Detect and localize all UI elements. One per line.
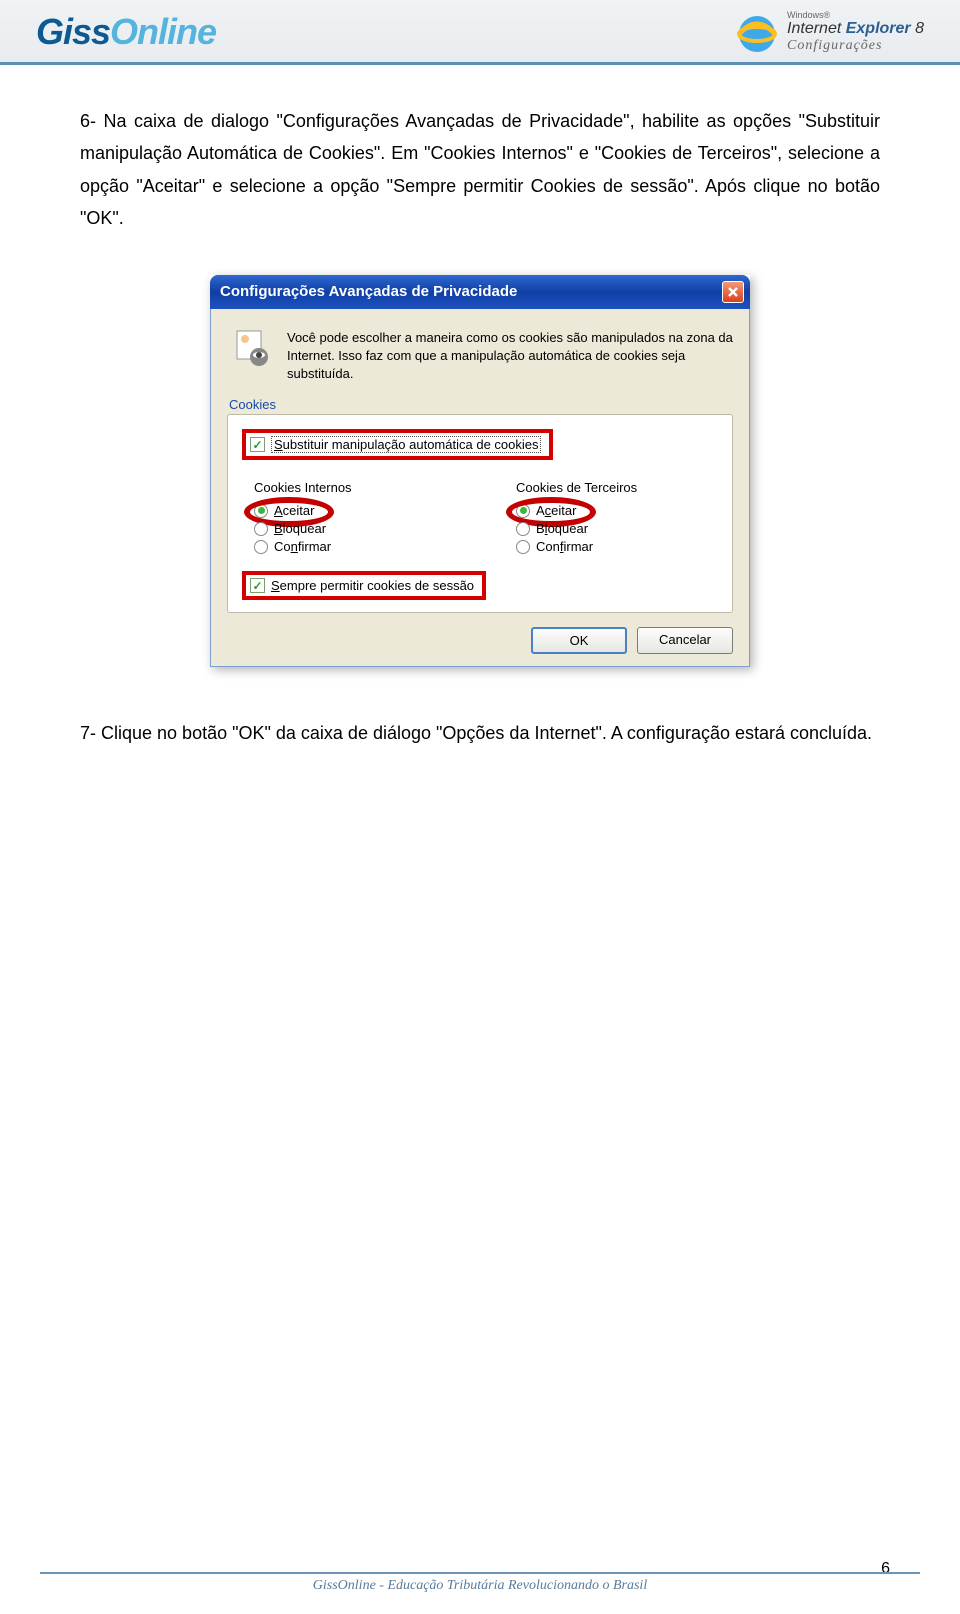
logo: GissOnline bbox=[36, 11, 216, 53]
ok-button[interactable]: OK bbox=[531, 627, 627, 654]
session-checkbox-row: ✓ Sempre permitir cookies de sessão bbox=[242, 571, 718, 600]
privacy-dialog: Configurações Avançadas de Privacidade V… bbox=[210, 275, 750, 668]
radio-columns: Cookies Internos Aceitar Bloquear bbox=[242, 480, 718, 557]
radio-confirm-internal[interactable]: Confirmar bbox=[254, 539, 456, 554]
radio-confirm-thirdparty[interactable]: Confirmar bbox=[516, 539, 718, 554]
radio-icon bbox=[516, 540, 530, 554]
radio-label: Confirmar bbox=[274, 539, 331, 554]
session-checkbox[interactable]: ✓ bbox=[250, 578, 265, 593]
override-checkbox[interactable]: ✓ bbox=[250, 437, 265, 452]
logo-part1: Giss bbox=[36, 11, 110, 52]
radio-icon bbox=[254, 540, 268, 554]
radio-icon bbox=[254, 522, 268, 536]
cookie-doc-icon bbox=[233, 329, 273, 369]
radio-label: Aceitar bbox=[536, 503, 576, 518]
override-checkbox-highlight: ✓ Substituir manipulação automática de c… bbox=[242, 429, 553, 460]
ie-config-label: Configurações bbox=[787, 38, 924, 53]
ie-text: Windows® Internet Explorer 8 Configuraçõ… bbox=[787, 11, 924, 54]
radio-label: Aceitar bbox=[274, 503, 314, 518]
radio-icon bbox=[516, 504, 530, 518]
close-button[interactable] bbox=[722, 281, 744, 303]
dialog-titlebar: Configurações Avançadas de Privacidade bbox=[210, 275, 750, 309]
cookies-panel: ✓ Substituir manipulação automática de c… bbox=[227, 414, 733, 613]
session-label: Sempre permitir cookies de sessão bbox=[271, 578, 474, 593]
cancel-button[interactable]: Cancelar bbox=[637, 627, 733, 654]
page-header: GissOnline Windows® Internet Explorer 8 … bbox=[0, 0, 960, 65]
dialog-screenshot: Configurações Avançadas de Privacidade V… bbox=[0, 255, 960, 688]
col1-title: Cookies Internos bbox=[254, 480, 456, 495]
session-checkbox-highlight: ✓ Sempre permitir cookies de sessão bbox=[242, 571, 486, 600]
column-third-party: Cookies de Terceiros Aceitar Bloquear bbox=[516, 480, 718, 557]
col2-title: Cookies de Terceiros bbox=[516, 480, 718, 495]
override-label: Substituir manipulação automática de coo… bbox=[271, 436, 541, 453]
instruction-paragraph-6: 6- Na caixa de dialogo "Configurações Av… bbox=[0, 65, 960, 255]
radio-icon bbox=[254, 504, 268, 518]
radio-block-thirdparty[interactable]: Bloquear bbox=[516, 521, 718, 536]
dialog-body: Você pode escolher a maneira como os coo… bbox=[210, 309, 750, 668]
ie-small: Windows® bbox=[787, 11, 924, 21]
radio-block-internal[interactable]: Bloquear bbox=[254, 521, 456, 536]
dialog-intro-text: Você pode escolher a maneira como os coo… bbox=[287, 329, 733, 384]
radio-label: Confirmar bbox=[536, 539, 593, 554]
cookies-group-label: Cookies bbox=[227, 393, 733, 414]
radio-accept-thirdparty[interactable]: Aceitar bbox=[516, 503, 718, 518]
radio-label: Bloquear bbox=[274, 521, 326, 536]
dialog-intro: Você pode escolher a maneira como os coo… bbox=[227, 325, 733, 394]
logo-part2: Online bbox=[110, 11, 216, 52]
radio-label: Bloquear bbox=[536, 521, 588, 536]
close-icon bbox=[727, 286, 739, 298]
radio-accept-internal[interactable]: Aceitar bbox=[254, 503, 456, 518]
column-internal: Cookies Internos Aceitar Bloquear bbox=[254, 480, 456, 557]
page-footer-tagline: GissOnline - Educação Tributária Revoluc… bbox=[40, 1572, 920, 1594]
instruction-paragraph-7: 7- Clique no botão "OK" da caixa de diál… bbox=[0, 687, 960, 759]
dialog-title: Configurações Avançadas de Privacidade bbox=[220, 283, 517, 300]
dialog-buttons: OK Cancelar bbox=[227, 627, 733, 654]
ie-icon bbox=[733, 8, 781, 56]
ie-main: Internet Explorer 8 bbox=[787, 20, 924, 38]
ie-badge: Windows® Internet Explorer 8 Configuraçõ… bbox=[733, 8, 924, 56]
radio-icon bbox=[516, 522, 530, 536]
